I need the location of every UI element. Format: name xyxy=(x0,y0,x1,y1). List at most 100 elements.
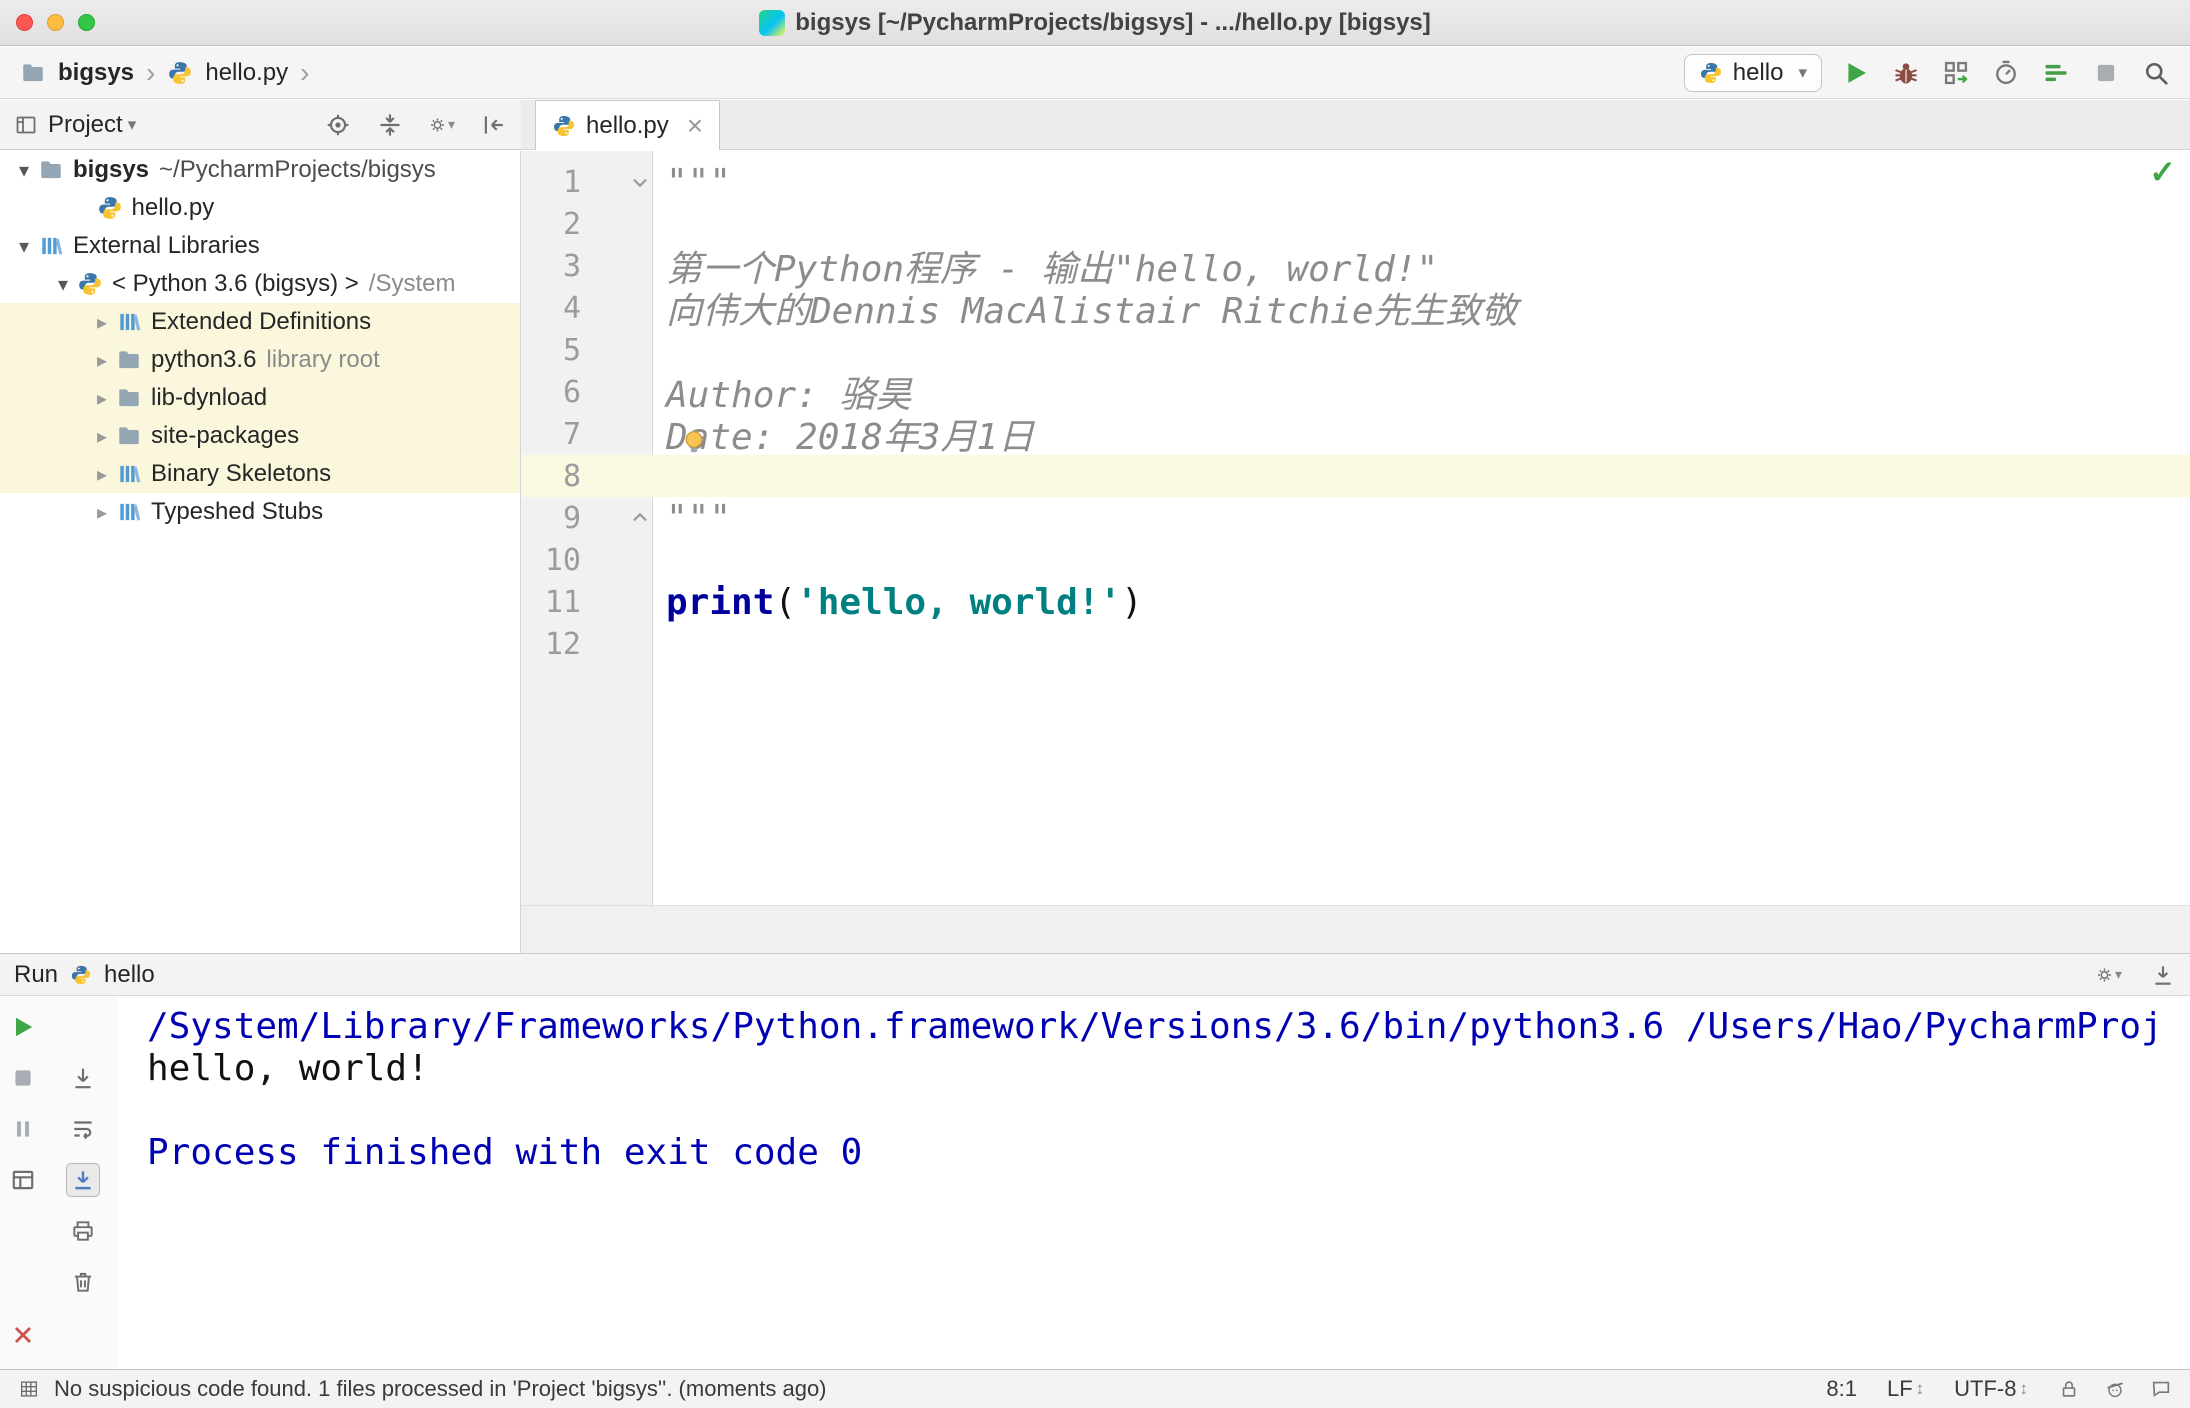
editor-line-5[interactable]: 5 xyxy=(521,329,2190,371)
close-window-button[interactable] xyxy=(16,14,33,31)
project-panel-title[interactable]: Project xyxy=(48,111,123,139)
tree-item-external-libraries[interactable]: ▾ External Libraries xyxy=(0,227,520,265)
tree-item-label: lib-dynload xyxy=(151,384,268,411)
event-log-button[interactable] xyxy=(2150,1378,2172,1400)
settings-button[interactable]: ▾ xyxy=(429,112,455,138)
editor-line-10[interactable]: 10 xyxy=(521,539,2190,581)
line-number: 4 xyxy=(562,290,581,326)
concurrency-diagram-button[interactable] xyxy=(2042,59,2070,87)
line-number: 6 xyxy=(562,374,581,410)
clear-all-button[interactable] xyxy=(70,1269,96,1295)
breadcrumb-file[interactable]: hello.py xyxy=(205,59,288,87)
code-text: """ xyxy=(666,161,732,203)
fullscreen-window-button[interactable] xyxy=(78,14,95,31)
console-toolbar: » xyxy=(0,996,117,1401)
tree-item-site-packages[interactable]: ▸ site-packages xyxy=(0,417,520,455)
hector-inspector-button[interactable] xyxy=(2104,1378,2126,1400)
fold-up-icon[interactable] xyxy=(629,507,651,529)
print-button[interactable] xyxy=(70,1218,96,1244)
breadcrumb-project[interactable]: bigsys xyxy=(58,59,134,87)
rerun-button[interactable] xyxy=(10,1014,36,1040)
editor-line-1[interactable]: 1 """ xyxy=(521,161,2190,203)
tree-item-label: bigsys xyxy=(73,156,150,183)
console-line: hello, world! xyxy=(147,1048,429,1089)
expander-icon[interactable]: ▸ xyxy=(88,310,116,335)
profile-button[interactable] xyxy=(1992,59,2020,87)
statusbar-grid-icon[interactable] xyxy=(18,1378,40,1400)
breadcrumb: bigsys › hello.py › xyxy=(20,58,309,87)
editor-line-2[interactable]: 2 xyxy=(521,203,2190,245)
tree-item-typeshed-stubs[interactable]: ▸ Typeshed Stubs xyxy=(0,493,520,531)
expander-icon[interactable]: ▸ xyxy=(88,386,116,411)
expand-collapse-button[interactable] xyxy=(377,112,403,138)
navigation-bar: bigsys › hello.py › hello ▾ xyxy=(0,47,2190,99)
console-output[interactable]: /System/Library/Frameworks/Python.framew… xyxy=(117,996,2190,1369)
expander-icon[interactable]: ▸ xyxy=(88,348,116,373)
editor-line-12[interactable]: 12 xyxy=(521,623,2190,665)
tree-item-python3-6[interactable]: ▸ python3.6 library root xyxy=(0,341,520,379)
fold-down-icon[interactable] xyxy=(629,171,651,193)
tree-item-label: Binary Skeletons xyxy=(151,460,332,487)
line-number: 12 xyxy=(544,626,581,662)
tree-item-extended-definitions[interactable]: ▸ Extended Definitions xyxy=(0,303,520,341)
tab-hello-py[interactable]: hello.py × xyxy=(535,100,721,150)
run-button[interactable] xyxy=(1842,59,1870,87)
editor-tabbar: hello.py × xyxy=(521,100,2190,150)
python-icon xyxy=(77,271,103,297)
console-settings-button[interactable]: ▾ xyxy=(2096,962,2122,988)
expander-icon[interactable]: ▾ xyxy=(10,158,38,183)
tree-item-python-3-6-bigsys[interactable]: ▾ < Python 3.6 (bigsys) > /System xyxy=(0,265,520,303)
libs-icon xyxy=(116,461,142,487)
scroll-to-end-button[interactable] xyxy=(66,1163,100,1197)
editor-line-7[interactable]: 7 Date: 2018年3月1日 xyxy=(521,413,2190,459)
editor-line-11[interactable]: 11 print('hello, world!') xyxy=(521,581,2190,623)
jump-to-end-button[interactable] xyxy=(70,1065,96,1091)
stop-button[interactable] xyxy=(10,1065,36,1091)
minimize-window-button[interactable] xyxy=(47,14,64,31)
expander-icon[interactable]: ▾ xyxy=(49,272,77,297)
tree-item-binary-skeletons[interactable]: ▸ Binary Skeletons xyxy=(0,455,520,493)
encoding-widget[interactable]: UTF-8 ↕ xyxy=(1954,1376,2028,1402)
debug-button[interactable] xyxy=(1892,59,1920,87)
tree-item-suffix: library root xyxy=(266,346,380,373)
run-config-selector[interactable]: hello ▾ xyxy=(1683,53,1822,92)
tree-item-lib-dynload[interactable]: ▸ lib-dynload xyxy=(0,379,520,417)
restore-layout-button[interactable] xyxy=(10,1167,36,1193)
run-with-coverage-button[interactable] xyxy=(1942,59,1970,87)
editor[interactable]: 1 """ 2 3 第一个Python程序 - 输出"hello, world!" 4 向伟… xyxy=(521,151,2190,905)
readonly-lock-button[interactable] xyxy=(2058,1378,2080,1400)
fold-slot xyxy=(581,413,653,455)
scroll-from-source-button[interactable] xyxy=(325,112,351,138)
fold-slot xyxy=(581,329,653,371)
fold-marker[interactable] xyxy=(581,161,653,203)
editor-line-8[interactable]: 8 xyxy=(521,455,2190,497)
caret-position[interactable]: 8:1 xyxy=(1826,1376,1857,1402)
console-line: /System/Library/Frameworks/Python.framew… xyxy=(147,1006,2163,1047)
intention-bulb-icon[interactable] xyxy=(679,427,709,457)
close-button[interactable] xyxy=(10,1322,36,1348)
tree-item-bigsys[interactable]: ▾ bigsys ~/PycharmProjects/bigsys xyxy=(0,151,520,189)
expander-icon[interactable]: ▸ xyxy=(88,462,116,487)
line-separator-widget[interactable]: LF ↕ xyxy=(1887,1376,1924,1402)
editor-line-3[interactable]: 3 第一个Python程序 - 输出"hello, world!" xyxy=(521,245,2190,291)
stop-button[interactable] xyxy=(2092,59,2120,87)
tree-item-label: site-packages xyxy=(151,422,300,449)
inspection-status-icon[interactable]: ✓ xyxy=(2149,153,2176,191)
use-soft-wraps-button[interactable] xyxy=(70,1116,96,1142)
fold-slot xyxy=(581,623,653,665)
expander-icon[interactable]: ▾ xyxy=(10,234,38,259)
editor-line-4[interactable]: 4 向伟大的Dennis MacAlistair Ritchie先生致敬 xyxy=(521,287,2190,333)
hide-run-panel-button[interactable] xyxy=(2150,962,2176,988)
fold-marker[interactable] xyxy=(581,497,653,539)
libs-icon xyxy=(38,233,64,259)
run-config-label: hello xyxy=(104,960,155,988)
tree-item-hello-py[interactable]: hello.py xyxy=(0,189,520,227)
editor-line-6[interactable]: 6 Author: 骆昊 xyxy=(521,371,2190,417)
editor-line-9[interactable]: 9 """ xyxy=(521,497,2190,539)
expander-icon[interactable]: ▸ xyxy=(88,424,116,449)
pause-output-button[interactable] xyxy=(10,1116,36,1142)
expander-icon[interactable]: ▸ xyxy=(88,500,116,525)
close-tab-icon[interactable]: × xyxy=(687,111,703,140)
search-everywhere-button[interactable] xyxy=(2142,59,2170,87)
hide-panel-button[interactable] xyxy=(481,112,507,138)
